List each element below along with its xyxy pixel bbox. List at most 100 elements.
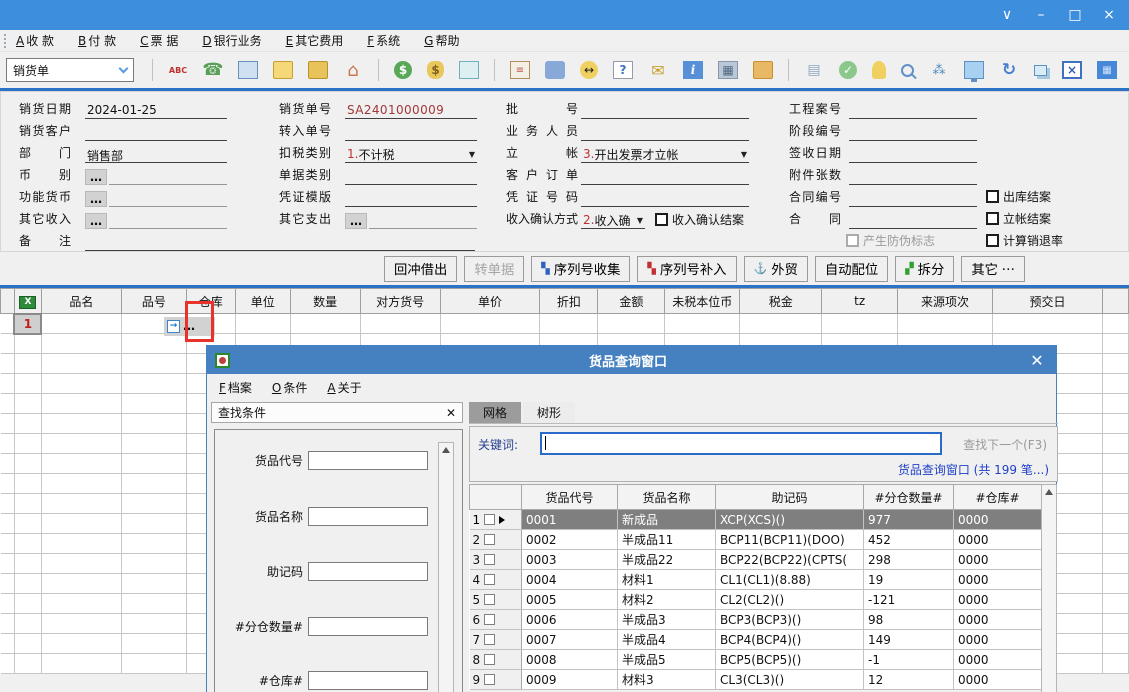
result-cell[interactable]: BCP11(BCP11)(DOO)	[716, 530, 864, 550]
result-cell[interactable]: BCP4(BCP4)()	[716, 630, 864, 650]
grid-row-header[interactable]	[14, 394, 41, 414]
results-column-header[interactable]: 助记码	[716, 485, 864, 510]
select-field[interactable]: 3.开出发票才立帐▼	[581, 146, 749, 163]
auto-assign-button[interactable]: 自动配位	[815, 256, 888, 282]
result-row[interactable]: 20002半成品11BCP11(BCP11)(DOO)4520000	[470, 530, 1042, 550]
grid-row-header[interactable]	[14, 474, 41, 494]
text-field[interactable]: 2024-01-25	[85, 102, 227, 119]
grid-column-header[interactable]: 来源项次	[898, 289, 993, 314]
row-checkbox[interactable]	[484, 634, 495, 645]
result-row[interactable]: 50005材料2CL2(CL2)()-1210000	[470, 590, 1042, 610]
text-field[interactable]	[345, 168, 477, 185]
serial-collect-button[interactable]: ▚序列号收集	[531, 256, 630, 282]
grid-column-header[interactable]: 税金	[740, 289, 822, 314]
result-cell[interactable]: CL2(CL2)()	[716, 590, 864, 610]
copy-docs-icon[interactable]: ▤	[804, 61, 824, 79]
checkbox[interactable]	[986, 234, 999, 247]
moneybag-icon[interactable]: $	[427, 61, 444, 79]
check-circle-icon[interactable]: ✓	[839, 61, 857, 79]
result-cell[interactable]: 半成品5	[618, 650, 716, 670]
result-row[interactable]: 30003半成品22BCP22(BCP22)(CPTS(2980000	[470, 550, 1042, 570]
row-checkbox[interactable]	[484, 654, 495, 665]
refresh-icon[interactable]: ↻	[999, 61, 1019, 79]
menu-item-B[interactable]: B付 款	[78, 32, 116, 49]
result-cell[interactable]: BCP3(BCP3)()	[716, 610, 864, 630]
result-row[interactable]: 40004材料1CL1(CL1)(8.88)190000	[470, 570, 1042, 590]
result-cell[interactable]: 0000	[954, 570, 1042, 590]
result-cell[interactable]: XCP(XCS)()	[716, 510, 864, 530]
results-column-header[interactable]: 货品代号	[522, 485, 618, 510]
result-cell[interactable]: 0000	[954, 510, 1042, 530]
filter-field-input[interactable]	[308, 671, 428, 690]
grid-column-header[interactable]: 金额	[598, 289, 665, 314]
row-checkbox[interactable]	[484, 674, 495, 685]
ellipsis-button[interactable]: …	[85, 169, 107, 185]
filter-field-input[interactable]	[308, 562, 428, 581]
ellipsis-button[interactable]: …	[85, 191, 107, 207]
grid-column-header[interactable]: tz	[822, 289, 898, 314]
grid-column-header[interactable]: 单价	[440, 289, 540, 314]
grid-row-header[interactable]	[14, 594, 41, 614]
text-field[interactable]	[345, 190, 477, 207]
grid-column-header[interactable]: 品号	[121, 289, 186, 314]
result-cell[interactable]: 19	[864, 570, 954, 590]
tab-网格[interactable]: 网格	[469, 402, 521, 423]
result-cell[interactable]: 0005	[522, 590, 618, 610]
result-cell[interactable]: 半成品22	[618, 550, 716, 570]
text-field[interactable]	[369, 212, 477, 229]
text-field[interactable]	[581, 102, 749, 119]
result-rownum-cell[interactable]: 1	[470, 510, 522, 530]
grid-row-header[interactable]	[14, 554, 41, 574]
ellipsis-button[interactable]: …	[85, 213, 107, 229]
result-row[interactable]: 90009材料3CL3(CL3)()120000	[470, 670, 1042, 690]
grid-column-header[interactable]: 品名	[41, 289, 121, 314]
close-doc-icon[interactable]: ×	[1062, 61, 1082, 79]
grid-cell[interactable]	[993, 314, 1103, 334]
filter-field-input[interactable]	[308, 507, 428, 526]
grid-row-header[interactable]	[14, 334, 41, 354]
result-rownum-cell[interactable]: 7	[470, 630, 522, 650]
result-cell[interactable]: 0004	[522, 570, 618, 590]
grid-row-header[interactable]	[14, 434, 41, 454]
doc-type-combobox[interactable]: 销货单	[6, 58, 134, 82]
minimize-button[interactable]: –	[1027, 4, 1055, 26]
grid-row-header[interactable]	[14, 454, 41, 474]
grid-cell[interactable]	[290, 314, 360, 334]
grid-row-header[interactable]	[14, 534, 41, 554]
grid-cell[interactable]	[822, 314, 898, 334]
phone-icon[interactable]: ☎	[203, 61, 223, 79]
filter-field-input[interactable]	[308, 617, 428, 636]
result-cell[interactable]: 0000	[954, 650, 1042, 670]
home-icon[interactable]: ⌂	[343, 61, 363, 79]
tab-树形[interactable]: 树形	[523, 402, 575, 423]
grid-row-header[interactable]	[14, 574, 41, 594]
scroll-up-icon[interactable]	[1045, 489, 1053, 495]
result-cell[interactable]: 452	[864, 530, 954, 550]
grid-cell[interactable]	[440, 314, 540, 334]
text-field[interactable]	[849, 124, 977, 141]
text-field[interactable]	[849, 146, 977, 163]
result-rownum-cell[interactable]: 2	[470, 530, 522, 550]
menu-item-E[interactable]: E其它费用	[286, 32, 344, 49]
grid-column-header[interactable]: 预交日	[993, 289, 1103, 314]
result-cell[interactable]: 0000	[954, 610, 1042, 630]
result-cell[interactable]: 0000	[954, 550, 1042, 570]
briefcase-icon[interactable]	[308, 61, 328, 79]
results-column-header[interactable]: 货品名称	[618, 485, 716, 510]
result-row[interactable]: 70007半成品4BCP4(BCP4)()1490000	[470, 630, 1042, 650]
result-cell[interactable]: 材料3	[618, 670, 716, 690]
dialog-menu-item-F[interactable]: F档案	[219, 379, 252, 396]
grid-row-header[interactable]	[14, 614, 41, 634]
sitemap-icon[interactable]: ⁂	[929, 61, 949, 79]
text-field[interactable]	[849, 168, 977, 185]
grid-cell[interactable]	[598, 314, 665, 334]
grid-column-header[interactable]: 数量	[290, 289, 360, 314]
grid-cell[interactable]	[898, 314, 993, 334]
grid-icon[interactable]: ▦	[1097, 61, 1117, 79]
text-field[interactable]	[581, 124, 749, 141]
grid-cell[interactable]	[235, 314, 290, 334]
reverse-writeoff-button[interactable]: 回冲借出	[384, 256, 457, 282]
grid-row-header[interactable]	[14, 514, 41, 534]
menu-item-A[interactable]: A收 款	[16, 32, 54, 49]
result-cell[interactable]: 半成品11	[618, 530, 716, 550]
